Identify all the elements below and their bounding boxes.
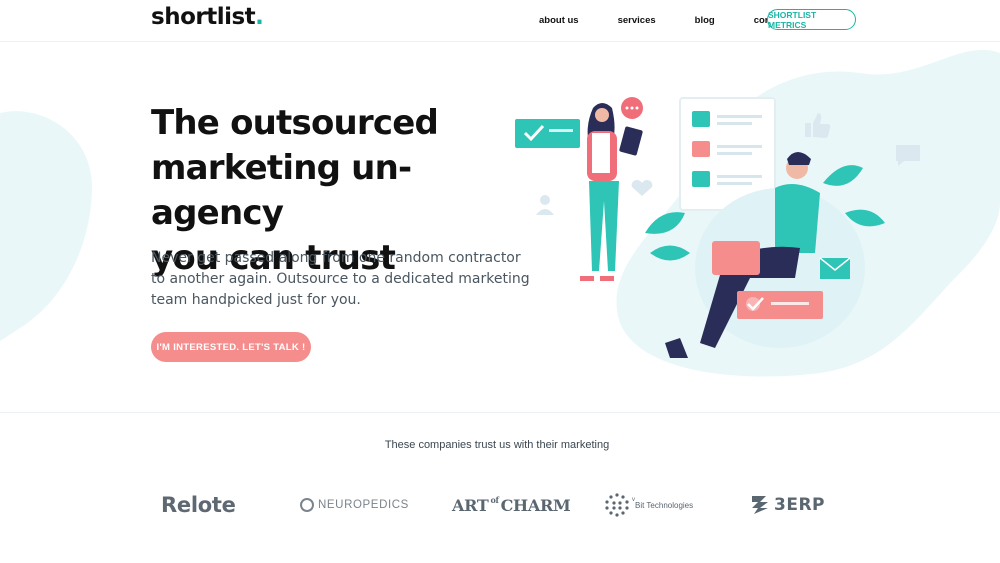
relote-logo-text: Relote — [161, 493, 236, 517]
trust-section: These companies trust us with their mark… — [0, 412, 1000, 563]
neuropedics-symbol-icon — [300, 498, 314, 512]
art-of-charm-text-1: ART — [452, 495, 489, 515]
hero-illustration — [515, 97, 920, 358]
thumbs-up-icon — [805, 113, 831, 138]
3erp-logo: 3ERP — [750, 485, 825, 525]
vbit-symbol-icon — [605, 493, 629, 517]
check-card-icon — [737, 291, 823, 319]
chat-icon — [896, 145, 920, 166]
hero-section: The outsourced marketing un-agency you c… — [0, 43, 1000, 412]
vbit-logo-text: Bit Technologies — [635, 500, 694, 510]
relote-logo: Relote — [161, 485, 236, 525]
lets-talk-button[interactable]: I'M INTERESTED. LET'S TALK ! — [151, 332, 311, 362]
logo-text: shortlist — [151, 4, 256, 30]
envelope-icon — [819, 257, 851, 279]
check-card-icon — [515, 119, 580, 148]
nav-services[interactable]: services — [604, 15, 656, 26]
site-header: shortlist. about us services blog contac… — [0, 0, 1000, 42]
3erp-symbol-icon — [752, 496, 768, 514]
neuropedics-logo: NEUROPEDICS — [300, 485, 409, 525]
nav-blog[interactable]: blog — [681, 15, 715, 26]
heart-icon — [631, 180, 653, 196]
neuropedics-logo-text: NEUROPEDICS — [318, 499, 409, 511]
trust-title: These companies trust us with their mark… — [384, 439, 610, 451]
user-icon — [536, 195, 554, 215]
headline-line-1: The outsourced — [151, 103, 439, 143]
hero-subtext: Never get passed along from one random c… — [151, 250, 530, 308]
logo-dot: . — [255, 4, 264, 30]
client-logos: Relote NEUROPEDICS ART of CHARM v Bit Te… — [0, 485, 1000, 525]
art-of-charm-logo: ART of CHARM — [452, 485, 571, 525]
woman-figure — [580, 97, 643, 281]
shortlist-logo[interactable]: shortlist. — [151, 4, 264, 30]
3erp-logo-text: 3ERP — [774, 495, 825, 515]
art-of-charm-text-2: CHARM — [500, 495, 571, 515]
headline-line-2: marketing un-agency — [151, 148, 412, 233]
shortlist-metrics-button[interactable]: SHORTLIST METRICS — [767, 9, 856, 30]
nav-about-us[interactable]: about us — [524, 15, 579, 26]
art-of-charm-text-small: of — [490, 495, 499, 505]
vbit-technologies-logo: v Bit Technologies — [604, 485, 693, 525]
left-background-blob — [0, 111, 93, 341]
